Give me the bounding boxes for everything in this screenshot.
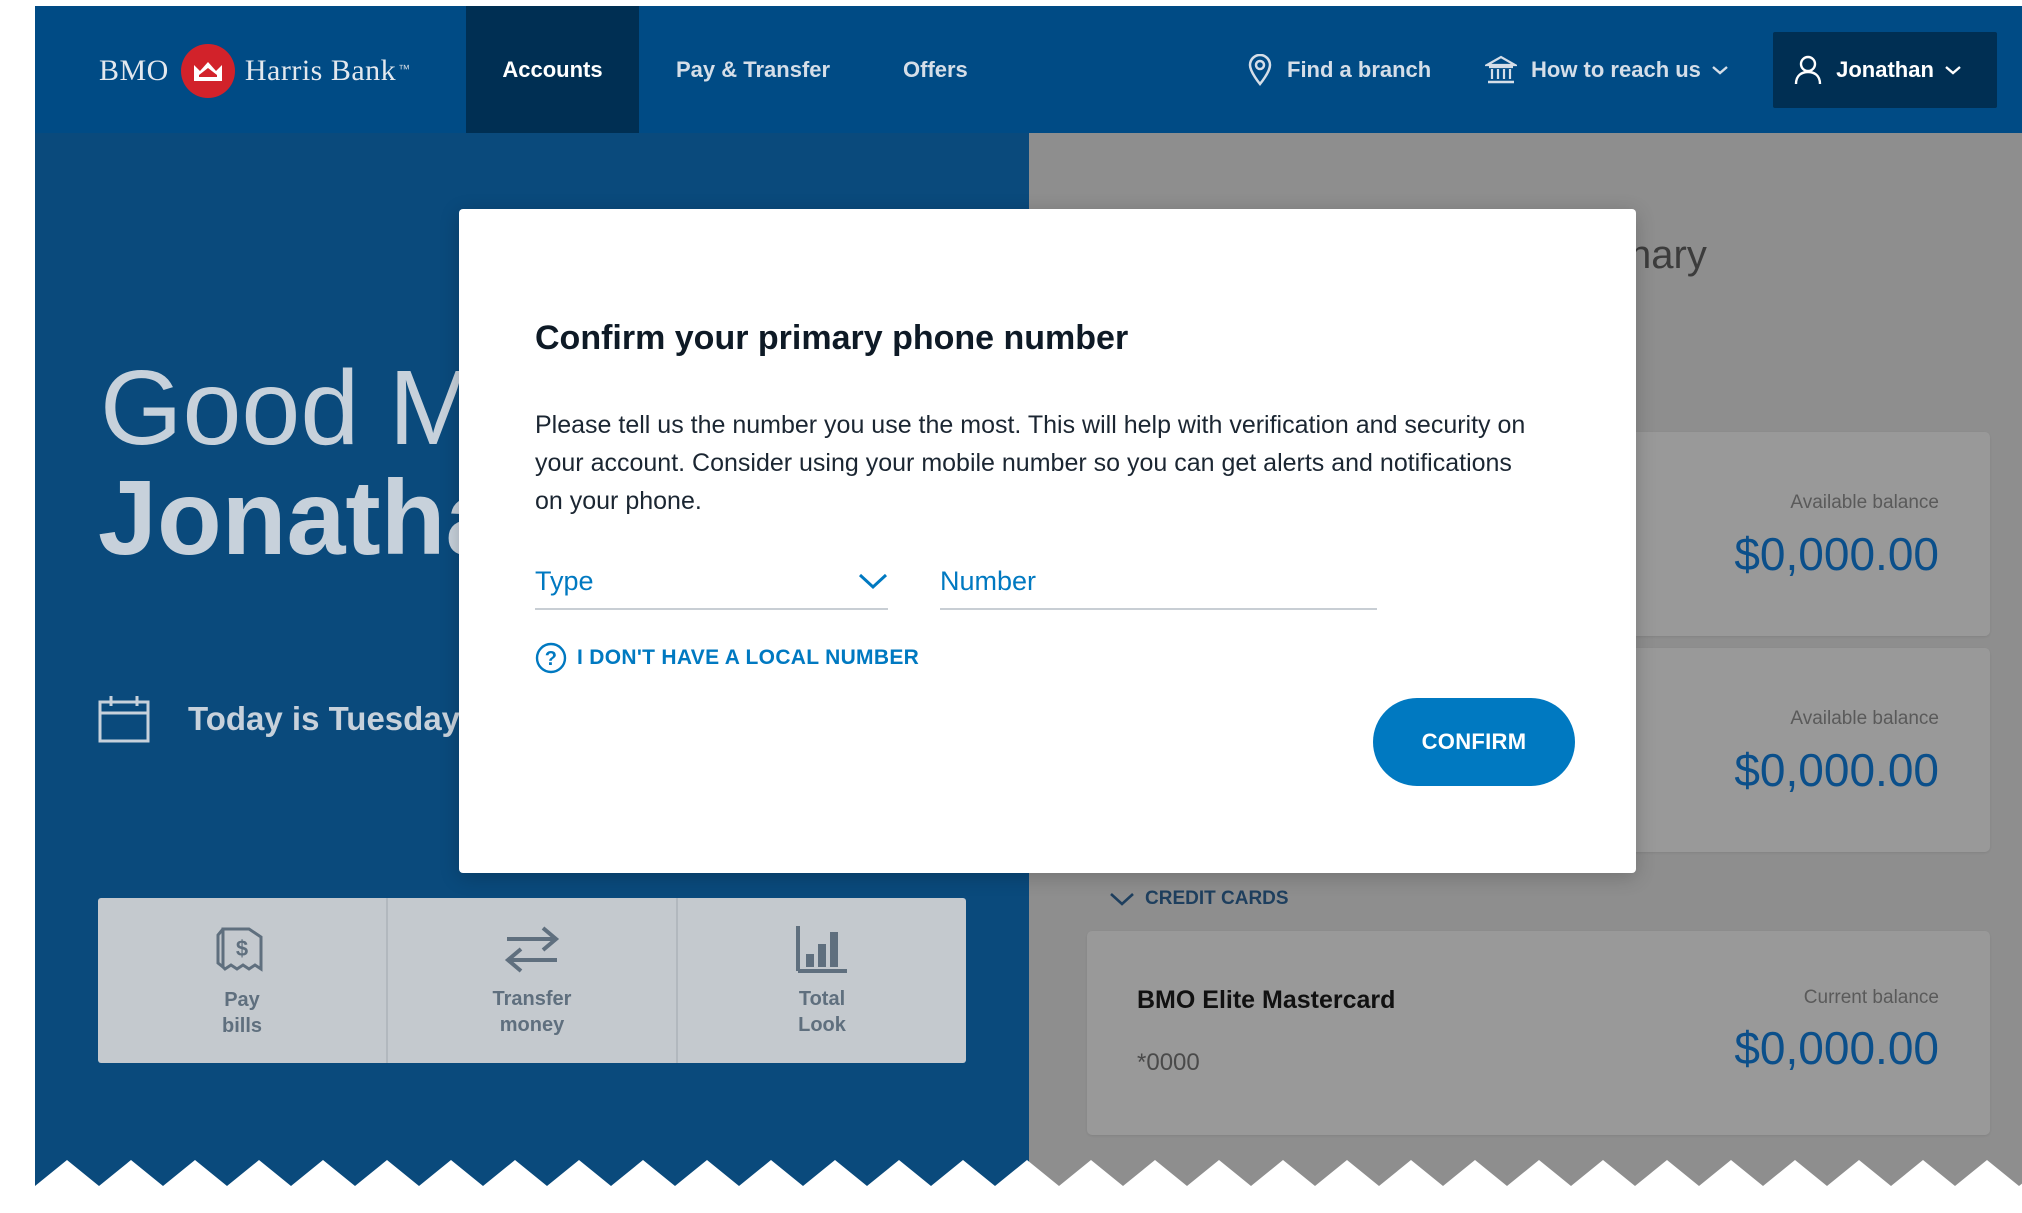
find-branch-link[interactable]: Find a branch (1247, 6, 1431, 133)
quick-pay-bills[interactable]: $ Pay bills (98, 898, 388, 1063)
page: BMO Harris Bank ™ Accounts Pay & Transfe… (35, 6, 2022, 1213)
torn-edge-decoration (35, 1160, 2022, 1213)
account-1-balance-label: Available balance (1790, 492, 1939, 513)
phone-number-field[interactable] (940, 554, 1377, 610)
location-pin-icon (1248, 53, 1272, 86)
bmo-logo[interactable]: BMO Harris Bank ™ (99, 44, 410, 98)
credit-cards-header: CREDIT CARDS (1145, 888, 1289, 909)
dialog-title: Confirm your primary phone number (535, 319, 1129, 357)
greeting-line-1: Good M (100, 349, 478, 467)
logo-harris-text: Harris Bank (244, 54, 397, 87)
account-1-balance: $0,000.00 (1734, 528, 1939, 580)
chevron-down-icon (1110, 893, 1134, 906)
bill-icon: $ (216, 927, 263, 972)
nav-offers[interactable]: Offers (866, 6, 1005, 133)
top-nav: BMO Harris Bank ™ Accounts Pay & Transfe… (35, 6, 2022, 133)
chevron-down-icon (1945, 66, 1961, 75)
today-text: Today is Tuesday, (188, 700, 467, 737)
today-date: Today is Tuesday, (98, 695, 467, 743)
reach-us-menu[interactable]: How to reach us (1485, 6, 1743, 133)
user-menu-button[interactable]: Jonathan (1773, 32, 1997, 108)
credit-card-number: *0000 (1137, 1049, 1200, 1076)
no-local-number-label: I DON'T HAVE A LOCAL NUMBER (577, 646, 920, 669)
logo-trademark: ™ (398, 62, 411, 76)
nav-pay-transfer-label: Pay & Transfer (676, 56, 831, 82)
reach-us-label: How to reach us (1531, 56, 1701, 82)
calendar-icon (98, 696, 150, 743)
confirm-button[interactable]: CONFIRM (1373, 698, 1575, 786)
user-name: Jonathan (1836, 57, 1934, 82)
bar-chart-icon (796, 925, 847, 973)
credit-card-tile[interactable]: BMO Elite Mastercard *0000 Current balan… (1087, 931, 1990, 1135)
logo-bmo-text: BMO (99, 54, 169, 87)
help-circle-icon: ? (535, 642, 567, 674)
nav-accounts-label: Accounts (502, 56, 603, 82)
svg-text:$: $ (236, 936, 248, 961)
credit-card-balance-label: Current balance (1803, 987, 1939, 1008)
phone-type-select[interactable]: Type (535, 554, 888, 610)
chevron-down-icon (858, 573, 888, 590)
quick-total-look-label: Total Look (798, 987, 846, 1036)
dialog-body: Please tell us the number you use the mo… (535, 411, 1526, 515)
bank-building-icon (1485, 55, 1517, 83)
account-2-balance: $0,000.00 (1734, 744, 1939, 796)
bmo-roundel-icon (180, 44, 235, 98)
credit-card-balance: $0,000.00 (1734, 1022, 1939, 1074)
transfer-icon (504, 925, 560, 973)
nav-offers-label: Offers (903, 56, 968, 82)
quick-pay-bills-label: Pay bills (221, 988, 262, 1037)
quick-transfer-label: Transfer money (492, 987, 572, 1036)
quick-transfer-money[interactable]: Transfer money (388, 898, 678, 1063)
phone-type-label: Type (535, 565, 594, 596)
greeting-line-2: Jonatha (98, 459, 505, 577)
summary-title: nary (1629, 233, 1707, 277)
find-branch-label: Find a branch (1287, 56, 1432, 82)
svg-text:?: ? (545, 648, 558, 670)
phone-confirm-dialog: Confirm your primary phone number Please… (459, 209, 1636, 873)
nav-accounts[interactable]: Accounts (466, 6, 639, 133)
quick-total-look[interactable]: Total Look (678, 898, 966, 1063)
quick-actions: $ Pay bills Transfer money Total Look (98, 898, 966, 1063)
credit-card-name: BMO Elite Mastercard (1137, 986, 1396, 1014)
no-local-number-link[interactable]: ? I DON'T HAVE A LOCAL NUMBER (535, 642, 919, 674)
chevron-down-icon (1712, 65, 1728, 75)
credit-cards-toggle[interactable]: CREDIT CARDS (1109, 888, 1289, 910)
phone-number-input[interactable] (940, 565, 1377, 597)
account-2-balance-label: Available balance (1790, 708, 1939, 729)
nav-pay-transfer[interactable]: Pay & Transfer (639, 6, 867, 133)
user-icon (1794, 55, 1822, 85)
